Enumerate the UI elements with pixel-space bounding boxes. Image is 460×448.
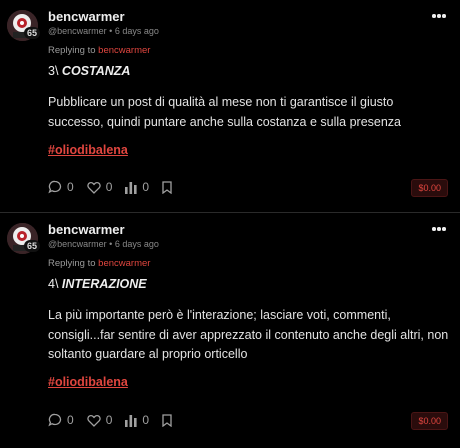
heading-title: INTERAZIONE xyxy=(61,277,147,291)
heart-icon xyxy=(86,414,101,427)
post-body: Pubblicare un post di qualità al mese no… xyxy=(48,95,401,129)
hashtag-link[interactable]: #oliodibalena xyxy=(48,143,128,157)
more-horizontal-icon[interactable] xyxy=(432,227,446,233)
comment-icon xyxy=(48,413,62,427)
post: 65 bencwarmer @bencwarmer • 6 days ago R… xyxy=(0,0,460,213)
bookmark-icon xyxy=(162,413,172,427)
post-heading: 3\ COSTANZA xyxy=(48,64,130,78)
more-horizontal-icon[interactable] xyxy=(432,14,446,20)
like-count: 0 xyxy=(105,413,113,427)
comment-button[interactable]: 0 xyxy=(48,413,74,427)
post-body: La più importante però è l'interazione; … xyxy=(48,308,449,361)
post-time: 6 days ago xyxy=(114,26,159,36)
bookmark-button[interactable] xyxy=(162,180,172,194)
bar-chart-icon xyxy=(125,414,137,427)
author-name[interactable]: bencwarmer xyxy=(48,222,125,237)
heading-title: COSTANZA xyxy=(61,64,131,78)
level-badge: 65 xyxy=(24,27,41,39)
comment-icon xyxy=(48,180,62,194)
author-meta: @bencwarmer • 6 days ago xyxy=(48,239,159,249)
like-count: 0 xyxy=(105,180,113,194)
author-name[interactable]: bencwarmer xyxy=(48,9,125,24)
replying-line: Replying to bencwarmer xyxy=(48,258,150,269)
bookmark-icon xyxy=(162,180,172,194)
tip-amount-button[interactable]: $0.00 xyxy=(411,179,448,197)
replying-label: Replying to xyxy=(48,258,96,269)
post: 65 bencwarmer @bencwarmer • 6 days ago R… xyxy=(0,213,460,448)
comment-count: 0 xyxy=(67,413,74,427)
views-count: 0 xyxy=(142,180,150,194)
author-handle: @bencwarmer xyxy=(48,26,107,36)
action-bar: 0 0 0 xyxy=(48,180,185,194)
level-badge: 65 xyxy=(24,240,41,252)
heading-prefix: 3\ xyxy=(48,64,59,78)
post-heading: 4\ INTERAZIONE xyxy=(48,277,147,291)
replying-to-link[interactable]: bencwarmer xyxy=(98,258,150,269)
like-button[interactable]: 0 xyxy=(86,180,113,194)
author-meta: @bencwarmer • 6 days ago xyxy=(48,26,159,36)
bar-chart-icon xyxy=(125,181,137,194)
replying-label: Replying to xyxy=(48,45,96,56)
author-handle: @bencwarmer xyxy=(48,239,107,249)
like-button[interactable]: 0 xyxy=(86,413,113,427)
hashtag-link[interactable]: #oliodibalena xyxy=(48,375,128,389)
comment-button[interactable]: 0 xyxy=(48,180,74,194)
views-button[interactable]: 0 xyxy=(125,413,149,427)
heading-prefix: 4\ xyxy=(48,277,59,291)
bookmark-button[interactable] xyxy=(162,413,172,427)
post-time: 6 days ago xyxy=(114,239,159,249)
comment-count: 0 xyxy=(67,180,74,194)
replying-line: Replying to bencwarmer xyxy=(48,45,150,56)
replying-to-link[interactable]: bencwarmer xyxy=(98,45,150,56)
action-bar: 0 0 0 xyxy=(48,413,185,427)
views-count: 0 xyxy=(142,413,150,427)
tip-amount-button[interactable]: $0.00 xyxy=(411,412,448,430)
views-button[interactable]: 0 xyxy=(125,180,149,194)
heart-icon xyxy=(86,181,101,194)
